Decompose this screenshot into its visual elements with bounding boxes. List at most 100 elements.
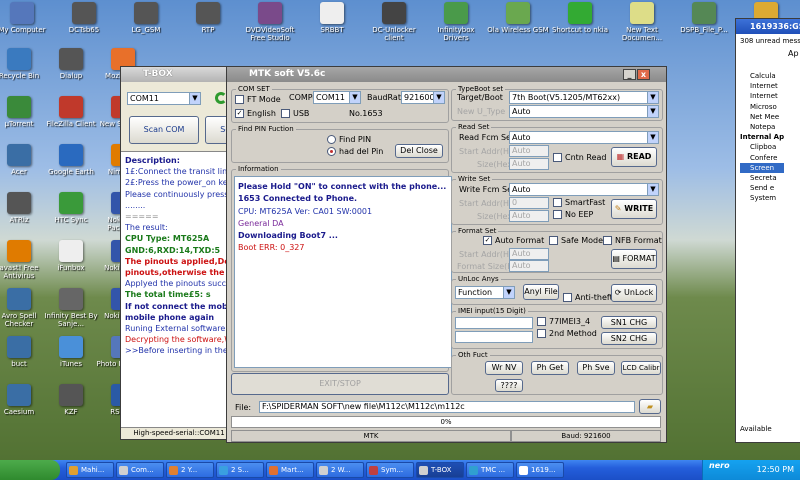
sn2-chg-button[interactable]: SN2 CHG [601, 332, 657, 345]
safe-mode-checkbox[interactable] [549, 236, 558, 245]
app-list-item[interactable]: Clipboa [740, 142, 784, 152]
phone-save-button[interactable]: Ph Sve [577, 361, 615, 375]
new-utype-select[interactable]: Auto ▼ [509, 105, 659, 118]
unknown-function-button[interactable]: ???? [495, 379, 523, 392]
cntn-read-checkbox[interactable] [553, 153, 562, 162]
function-select[interactable]: Function ▼ [455, 286, 515, 299]
imei-input-2[interactable] [455, 331, 533, 343]
app-icon [269, 466, 278, 475]
desktop-icon[interactable]: Infinitybox Drivers [425, 2, 487, 42]
format-start-field[interactable]: Auto [509, 248, 549, 260]
taskbar-button[interactable]: TMC ... [466, 462, 514, 478]
app-list-item[interactable]: Send e [740, 183, 784, 193]
file-path-field[interactable]: F:\SPIDERMAN SOFT\new file\M112c\M112c\m… [259, 401, 635, 413]
app-list-item[interactable]: Internal Ap [740, 132, 784, 142]
taskbar-button[interactable]: 1619... [516, 462, 564, 478]
write-set-legend: Write Set [458, 175, 491, 183]
anti-theft-checkbox[interactable] [563, 293, 572, 302]
no-eep-checkbox[interactable] [553, 210, 562, 219]
write-button[interactable]: ✎ WRITE [611, 199, 657, 219]
app-list-item[interactable]: Notepa [740, 122, 784, 132]
lcd-calibrate-button[interactable]: LCD Calibr [621, 361, 661, 375]
find-pin-radio[interactable] [327, 135, 336, 144]
app-list-item[interactable]: Confere [740, 153, 784, 163]
desktop-icon[interactable]: RTP [177, 2, 239, 34]
desktop-icon[interactable]: DVDVideoSoft Free Studio [239, 2, 301, 42]
format-size-field[interactable]: Auto [509, 260, 549, 272]
app-list-item[interactable]: Screen [740, 162, 785, 174]
read-fcm-select[interactable]: Auto ▼ [509, 131, 659, 144]
desktop-icon[interactable]: DSPB_File_P... [673, 2, 735, 34]
taskbar-button[interactable]: T-BOX [416, 462, 464, 478]
scan-com-button[interactable]: Scan COM [129, 116, 199, 144]
phone-get-button[interactable]: Ph Get [531, 361, 569, 375]
del-close-button[interactable]: Del Close [395, 144, 443, 158]
smartfast-checkbox[interactable] [553, 198, 562, 207]
second-method-checkbox[interactable] [537, 329, 546, 338]
tbox-titlebar[interactable]: T-BOX [121, 67, 237, 82]
write-start-field[interactable]: 0 [509, 197, 549, 209]
taskbar-button[interactable]: Mahi... [66, 462, 114, 478]
app-icon [568, 2, 592, 24]
exit-stop-button[interactable]: EXIT/STOP [231, 373, 449, 395]
read-button[interactable]: ▦ READ [611, 147, 657, 167]
ft-mode-checkbox[interactable] [235, 95, 244, 104]
clock[interactable]: 12:50 PM [757, 460, 794, 480]
safe-mode-label: Safe Mode [561, 236, 604, 245]
availability-status[interactable]: Available [740, 425, 772, 433]
desktop-icon[interactable]: LG_GSM [115, 2, 177, 34]
baudrate-select[interactable]: 921600 ▼ [401, 91, 445, 104]
taskbar-button[interactable]: Com... [116, 462, 164, 478]
open-folder-button[interactable]: ▰ [639, 399, 661, 414]
imei34-checkbox[interactable] [537, 317, 546, 326]
close-icon[interactable]: x [637, 69, 650, 80]
comport-select[interactable]: COM11 ▼ [313, 91, 361, 104]
app-list-item[interactable]: Internet [740, 91, 784, 101]
minimize-icon[interactable]: _ [623, 69, 636, 80]
messenger-titlebar[interactable]: 1619336:GSM [736, 19, 800, 34]
sn1-chg-button[interactable]: SN1 CHG [601, 316, 657, 329]
app-list-item[interactable]: Internet [740, 81, 784, 91]
taskbar-button[interactable]: 2 Y... [166, 462, 214, 478]
desktop-icon[interactable]: Shortcut to nkia [549, 2, 611, 34]
imei-input-1[interactable] [455, 317, 533, 329]
app-list-item[interactable]: Net Mee [740, 112, 784, 122]
desktop-icon-label: Infinitybox Drivers [437, 26, 475, 42]
write-fcm-select[interactable]: Auto ▼ [509, 183, 659, 196]
desktop-icon[interactable]: New Text Documen... [611, 2, 673, 42]
anyl-file-button[interactable]: Anyl File [523, 284, 559, 300]
desktop-icon[interactable]: DC-Unlocker client [363, 2, 425, 42]
taskbar-button[interactable]: 2 W... [316, 462, 364, 478]
read-size-field[interactable]: Auto [509, 158, 549, 170]
read-start-field[interactable]: Auto [509, 145, 549, 157]
auto-format-checkbox[interactable]: ✓ [483, 236, 492, 245]
app-list-item[interactable]: Calcula [740, 71, 784, 81]
unread-messages[interactable]: 308 unread mess [740, 37, 800, 45]
desktop-icon[interactable]: DCTsb65 [53, 2, 115, 34]
app-list-item[interactable]: System [740, 193, 784, 203]
desktop-icon[interactable]: Ola Wireless GSM [487, 2, 549, 34]
taskbar-button[interactable]: Sym... [366, 462, 414, 478]
taskbar-button[interactable]: 2 S... [216, 462, 264, 478]
taskbar-button[interactable]: Mart... [266, 462, 314, 478]
format-button[interactable]: ▤ FORMAT [611, 249, 657, 269]
desktop-icon[interactable]: My Computer [0, 2, 53, 34]
write-size-field[interactable]: Auto [509, 210, 549, 222]
english-checkbox[interactable]: ✓ [235, 109, 244, 118]
usb-checkbox[interactable] [281, 109, 290, 118]
target-boot-label: Target/Boot [457, 93, 503, 102]
chevron-down-icon: ▼ [503, 287, 514, 298]
had-del-pin-radio[interactable] [327, 147, 336, 156]
app-list-item[interactable]: Secreta [740, 173, 784, 183]
mtk-window: MTK soft V5.6c _ x COM SET FT Mode COMPo… [226, 66, 667, 443]
target-boot-select[interactable]: 7th Boot(V5.1205/MT62xx) ▼ [509, 91, 659, 104]
tbox-log-line: ........ [125, 200, 146, 210]
tbox-port-select[interactable]: COM11 ▼ [127, 92, 201, 105]
unlock-button[interactable]: ⟳ UnLock [611, 284, 657, 302]
desktop-icon[interactable]: SRBBT [301, 2, 363, 34]
mtk-titlebar[interactable]: MTK soft V5.6c _ x [227, 67, 666, 82]
nfb-format-checkbox[interactable] [603, 236, 612, 245]
app-list-item[interactable]: Microso [740, 102, 784, 112]
write-nv-button[interactable]: Wr NV [485, 361, 523, 375]
start-button[interactable] [0, 460, 60, 480]
